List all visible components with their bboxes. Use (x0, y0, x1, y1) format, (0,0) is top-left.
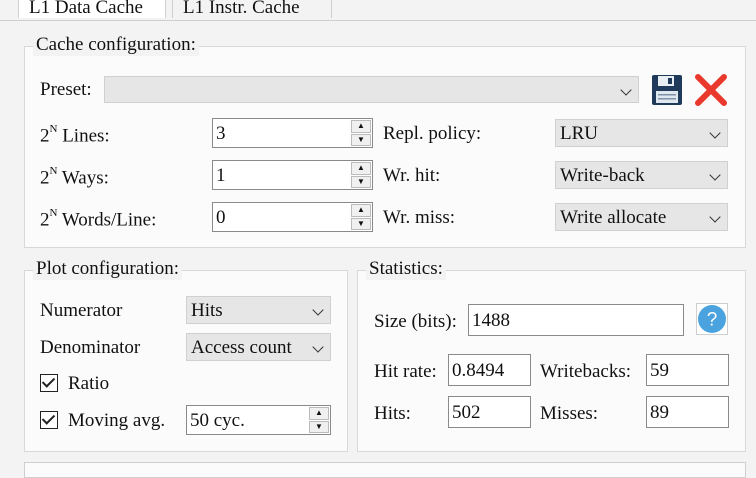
plot-configuration-title: Plot configuration: (33, 258, 183, 280)
repl-policy-select[interactable]: LRU (555, 119, 728, 147)
wr-miss-select[interactable]: Write allocate (555, 203, 728, 231)
numerator-label: Numerator (40, 300, 123, 321)
hit-rate-field[interactable]: 0.8494 (448, 354, 531, 386)
misses-field[interactable]: 89 (646, 396, 729, 428)
tab-l1-data-cache[interactable]: L1 Data Cache (18, 0, 166, 18)
repl-policy-label: Repl. policy: (383, 123, 482, 144)
cache-configuration-title: Cache configuration: (33, 34, 199, 56)
delete-preset-button[interactable] (694, 73, 728, 107)
lines-increment-button[interactable]: ▲ (351, 120, 371, 133)
size-bits-value: 1488 (472, 310, 510, 331)
misses-label: Misses: (540, 403, 599, 424)
moving-avg-stepper[interactable]: 50 cyc. ▲ ▼ (186, 405, 331, 435)
repl-policy-value: LRU (560, 123, 598, 144)
lines-label: 2N Lines: (40, 123, 110, 147)
wr-miss-value: Write allocate (560, 207, 667, 228)
writebacks-label: Writebacks: (540, 361, 632, 382)
statistics-title: Statistics: (366, 258, 446, 280)
writebacks-field[interactable]: 59 (646, 354, 729, 386)
ways-value: 1 (216, 165, 226, 186)
ratio-checkbox[interactable] (40, 374, 58, 392)
words-per-line-value: 0 (216, 207, 226, 228)
words-increment-button[interactable]: ▲ (351, 204, 371, 217)
preset-select[interactable] (104, 76, 639, 103)
tab-bar: L1 Data Cache L1 Instr. Cache (0, 0, 756, 21)
floppy-disk-icon (652, 75, 682, 105)
wr-miss-label: Wr. miss: (383, 207, 456, 228)
tab-l1-instr-cache[interactable]: L1 Instr. Cache (172, 0, 332, 18)
ways-stepper[interactable]: 1 ▲ ▼ (212, 160, 373, 190)
words-decrement-button[interactable]: ▼ (351, 217, 371, 230)
preset-label: Preset: (40, 79, 92, 100)
numerator-select[interactable]: Hits (186, 296, 331, 324)
chevron-down-icon (312, 341, 324, 353)
lines-stepper[interactable]: 3 ▲ ▼ (212, 118, 373, 148)
writebacks-value: 59 (650, 360, 669, 381)
hits-label: Hits: (374, 403, 411, 424)
lines-decrement-button[interactable]: ▼ (351, 133, 371, 146)
moving-avg-label: Moving avg. (68, 410, 166, 431)
chevron-down-icon (709, 211, 721, 223)
wr-hit-value: Write-back (560, 165, 645, 186)
ways-label: 2N Ways: (40, 165, 109, 189)
words-per-line-stepper[interactable]: 0 ▲ ▼ (212, 202, 373, 232)
chevron-down-icon (620, 84, 632, 96)
numerator-value: Hits (191, 300, 223, 321)
misses-value: 89 (650, 402, 669, 423)
red-x-icon (695, 74, 727, 106)
lines-value: 3 (216, 123, 226, 144)
ways-decrement-button[interactable]: ▼ (351, 175, 371, 188)
hit-rate-value: 0.8494 (452, 360, 505, 381)
moving-avg-value: 50 cyc. (190, 410, 245, 431)
wr-hit-label: Wr. hit: (383, 165, 441, 186)
words-per-line-label: 2N Words/Line: (40, 207, 157, 231)
ways-increment-button[interactable]: ▲ (351, 162, 371, 175)
hit-rate-label: Hit rate: (374, 361, 437, 382)
ratio-label: Ratio (68, 373, 110, 394)
denominator-label: Denominator (40, 337, 141, 358)
denominator-select[interactable]: Access count (186, 333, 331, 361)
chevron-down-icon (709, 127, 721, 139)
hits-field[interactable]: 502 (448, 396, 531, 428)
chevron-down-icon (312, 304, 324, 316)
save-preset-button[interactable] (650, 73, 684, 107)
moving-avg-decrement-button[interactable]: ▼ (309, 420, 329, 433)
hits-value: 502 (452, 402, 481, 423)
moving-avg-increment-button[interactable]: ▲ (309, 407, 329, 420)
size-bits-field[interactable]: 1488 (468, 304, 684, 336)
help-button[interactable]: ? (696, 303, 730, 337)
denominator-value: Access count (191, 337, 292, 358)
bottom-panel (24, 462, 746, 478)
svg-text:?: ? (707, 310, 718, 331)
chevron-down-icon (709, 169, 721, 181)
size-bits-label: Size (bits): (374, 311, 457, 332)
wr-hit-select[interactable]: Write-back (555, 161, 728, 189)
question-mark-icon: ? (696, 303, 728, 335)
moving-avg-checkbox[interactable] (40, 411, 58, 429)
